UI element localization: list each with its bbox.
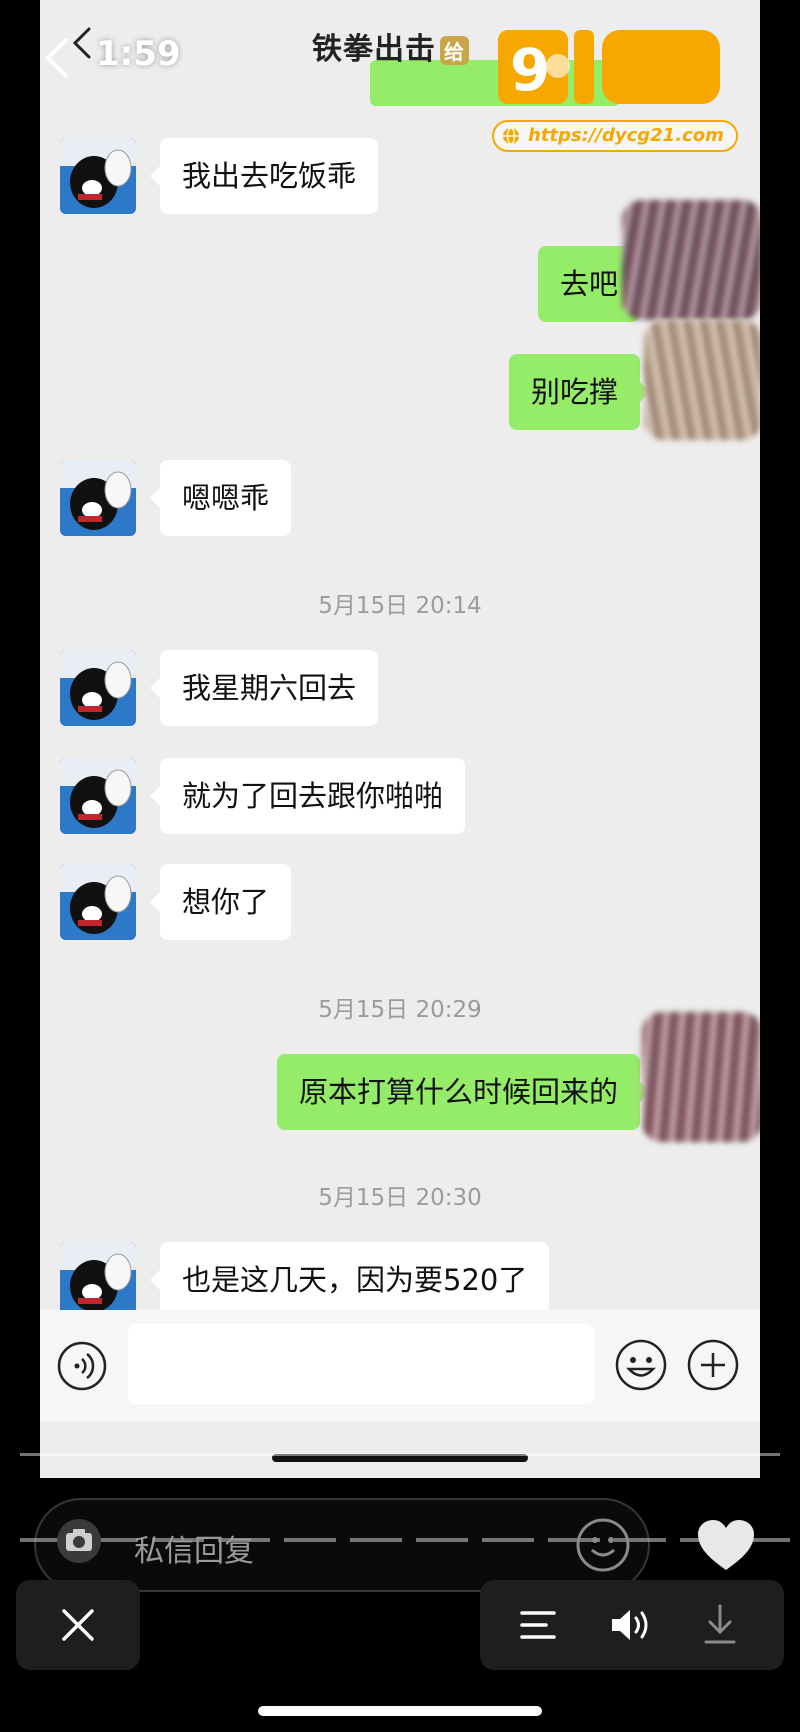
smile-icon[interactable]: [574, 1516, 632, 1574]
pixelated-avatar-out: [644, 320, 760, 440]
message-bubble-in: 想你了: [149, 864, 292, 940]
video-progress-bar[interactable]: [20, 1453, 780, 1456]
message-timestamp: 5月15日 20:30: [318, 1185, 482, 1211]
watermark-url-text: https://dycg21.com: [528, 125, 724, 146]
contact-avatar[interactable]: [60, 758, 136, 834]
emoji-icon[interactable]: [614, 1338, 668, 1392]
watermark-url: https://dycg21.com: [492, 120, 738, 152]
close-button[interactable]: [16, 1580, 140, 1670]
camera-icon[interactable]: [54, 1516, 104, 1566]
message-bubble-out: 别吃撑: [508, 354, 651, 430]
video-toolbar: [480, 1580, 784, 1670]
chat-title: 铁拳出击给: [312, 24, 469, 68]
message-bubble-in: 就为了回去跟你啪啪: [149, 758, 466, 834]
message-timestamp: 5月15日 20:14: [318, 593, 482, 619]
contact-avatar[interactable]: [60, 460, 136, 536]
message-bubble-out: 原本打算什么时候回来的: [276, 1054, 651, 1130]
back-icon[interactable]: [42, 36, 72, 80]
reply-placeholder[interactable]: 私信回复: [134, 1526, 254, 1570]
message-bubble-in: 嗯嗯乖: [149, 460, 292, 536]
pixelated-avatar-out: [642, 1012, 760, 1142]
voice-icon[interactable]: [56, 1340, 108, 1392]
download-icon[interactable]: [702, 1604, 738, 1646]
pixelated-avatar-out: [622, 200, 760, 320]
chat-screenshot: 1:59 铁拳出击给 我出去吃饭乖 去吧 别吃撑 嗯嗯乖 5月15日 20:14…: [40, 0, 760, 1478]
reply-input-pill[interactable]: [34, 1498, 650, 1592]
close-icon: [62, 1609, 94, 1641]
contact-avatar[interactable]: [60, 138, 136, 214]
globe-icon: [503, 127, 519, 145]
title-badge: 给: [440, 36, 469, 65]
menu-icon[interactable]: [520, 1608, 556, 1642]
message-input[interactable]: [128, 1324, 594, 1404]
svg-text:9: 9: [510, 36, 550, 104]
contact-avatar[interactable]: [60, 1242, 136, 1318]
status-time: 1:59: [96, 34, 181, 74]
contact-avatar[interactable]: [60, 650, 136, 726]
home-indicator: [258, 1706, 542, 1716]
back-chevron-icon[interactable]: [70, 26, 94, 60]
plus-icon[interactable]: [686, 1338, 740, 1392]
brand-logo-icon: 9: [498, 30, 720, 104]
message-bubble-in: 我出去吃饭乖: [149, 138, 379, 214]
heart-icon[interactable]: [696, 1518, 756, 1572]
contact-avatar[interactable]: [60, 864, 136, 940]
message-bubble-in: 也是这几天，因为要520了: [149, 1242, 550, 1318]
chat-title-text: 铁拳出击: [312, 32, 436, 67]
speaker-icon[interactable]: [610, 1606, 652, 1644]
chat-input-bar: [40, 1310, 760, 1422]
message-bubble-in: 我星期六回去: [149, 650, 379, 726]
